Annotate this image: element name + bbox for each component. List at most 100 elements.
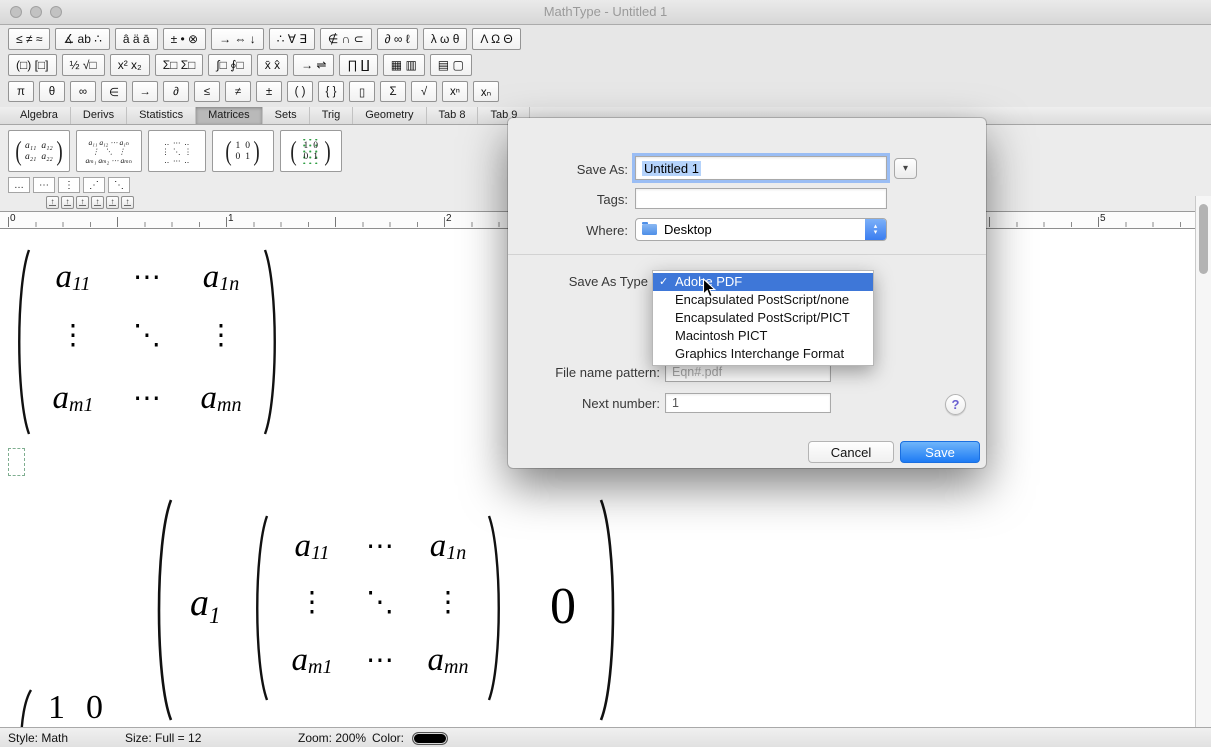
scrollbar-thumb[interactable] xyxy=(1199,204,1208,274)
tab-matrices[interactable]: Matrices xyxy=(196,107,263,124)
toolbar-template-button[interactable]: ½ √□ xyxy=(62,54,105,76)
save-as-input[interactable]: Untitled 1 xyxy=(635,156,887,180)
ruler-number: 2 xyxy=(446,213,452,224)
tab-stop-button[interactable]: ↑ xyxy=(121,196,134,209)
toolbar-template-button[interactable]: ∫□ ∮□ xyxy=(208,54,251,76)
color-well[interactable] xyxy=(412,732,448,745)
where-popup[interactable]: Desktop ▴ ▾ xyxy=(635,218,887,241)
matrix-equation-1: a11⋯a1n ⋮⋱⋮ am1⋯amn xyxy=(10,247,286,439)
toolbar-palette-button[interactable]: ≤ ≠ ≈ xyxy=(8,28,50,50)
toolbar-symbol-button[interactable]: ( ) xyxy=(287,81,313,102)
toolbar-palette-button[interactable]: â ä ā xyxy=(115,28,158,50)
toolbar-palette-button[interactable]: ∉ ∩ ⊂ xyxy=(320,28,372,50)
palette-dots-button[interactable]: ⋮ xyxy=(58,177,80,193)
menu-item-gif[interactable]: Graphics Interchange Format xyxy=(653,345,873,363)
palette-matrix-button-5[interactable]: ( 10 01 ) xyxy=(280,130,342,172)
window-title: MathType - Untitled 1 xyxy=(0,0,1211,24)
palette-dots-button[interactable]: ⋱ xyxy=(108,177,130,193)
status-bar: Style: Math Size: Full = 12 Zoom: 200% C… xyxy=(0,727,1211,747)
toolbar-symbol-button[interactable]: ≠ xyxy=(225,81,251,102)
menu-item-eps-pict[interactable]: Encapsulated PostScript/PICT xyxy=(653,309,873,327)
palette-matrix-button-1[interactable]: ( a₁₁a₁₂ a₂₁a₂₂ ) xyxy=(8,130,70,172)
toolbar-symbol-button[interactable]: → xyxy=(132,81,158,102)
tab-trig[interactable]: Trig xyxy=(310,107,354,124)
menu-item-adobe-pdf[interactable]: ✓ Adobe PDF xyxy=(653,273,873,291)
minimize-button[interactable] xyxy=(30,6,42,18)
tab-stop-button[interactable]: ↑ xyxy=(76,196,89,209)
vertical-scrollbar[interactable] xyxy=(1195,196,1211,727)
matrix-equation-2: a11⋯a1n ⋮⋱⋮ am1⋯amn xyxy=(278,517,482,691)
tab-sets[interactable]: Sets xyxy=(263,107,310,124)
toolbar-symbol-button[interactable]: { } xyxy=(318,81,344,102)
toolbar-symbol-button[interactable]: ∞ xyxy=(70,81,96,102)
tab-derivs[interactable]: Derivs xyxy=(71,107,127,124)
tab-algebra[interactable]: Algebra xyxy=(8,107,71,124)
matrix-cell: ⋯ xyxy=(346,517,414,575)
toolbar-palette-button[interactable]: ∡ ab ∴ xyxy=(55,28,109,50)
tab-8[interactable]: Tab 8 xyxy=(427,107,479,124)
toolbar-symbol-button[interactable]: Σ xyxy=(380,81,406,102)
empty-slot-box[interactable] xyxy=(8,448,25,476)
toolbar-symbol-button[interactable]: ∂ xyxy=(163,81,189,102)
toolbar-symbol-button[interactable]: π xyxy=(8,81,34,102)
palette-matrix-button-2[interactable]: a₁₁ a₁₂ ⋯ a₁ₙ⋮ ⋱ ⋮aₘ₁ aₘ₂ ⋯ aₘₙ xyxy=(76,130,142,172)
toolbar-palette-button[interactable]: → ⇔ ↓ xyxy=(211,28,264,50)
toolbar-template-button[interactable]: ▤ ▢ xyxy=(430,54,472,76)
ruler-number: 5 xyxy=(1100,213,1106,224)
toolbar-symbol-button[interactable]: ≤ xyxy=(194,81,220,102)
toolbar-template-button[interactable]: ∏ ∐ xyxy=(339,54,377,76)
toolbar-template-button[interactable]: (□) [□] xyxy=(8,54,57,76)
matrix-cell: ⋮ xyxy=(36,305,110,365)
toolbar-symbol-button[interactable]: θ xyxy=(39,81,65,102)
toolbar-template-button[interactable]: Σ□ Σ□ xyxy=(155,54,204,76)
matrix-cell: ⋮ xyxy=(278,575,346,629)
toolbar-template-button[interactable]: x̄ x̂ xyxy=(257,54,288,76)
tab-stop-button[interactable]: ↑ xyxy=(61,196,74,209)
save-button[interactable]: Save xyxy=(900,441,980,463)
zoom-button[interactable] xyxy=(50,6,62,18)
expand-dialog-button[interactable]: ▾ xyxy=(894,158,917,179)
close-button[interactable] xyxy=(10,6,22,18)
where-value: Desktop xyxy=(664,222,712,237)
palette-dots-button[interactable]: ⋯ xyxy=(33,177,55,193)
tab-stop-button[interactable]: ↑ xyxy=(46,196,59,209)
left-paren-icon xyxy=(12,687,34,727)
matrix-cell: a1n xyxy=(414,517,482,575)
popup-stepper[interactable]: ▴ ▾ xyxy=(865,219,886,240)
tab-statistics[interactable]: Statistics xyxy=(127,107,196,124)
matrix-cell: a11 xyxy=(278,517,346,575)
menu-item-macintosh-pict[interactable]: Macintosh PICT xyxy=(653,327,873,345)
toolbar-palette-button[interactable]: ∂ ∞ ℓ xyxy=(377,28,418,50)
toolbar-symbol-button[interactable]: √ xyxy=(411,81,437,102)
toolbar-template-button[interactable]: ▦ ▥ xyxy=(383,54,425,76)
status-style: Style: Math xyxy=(8,731,68,745)
palette-dots-button[interactable]: … xyxy=(8,177,30,193)
toolbar-palette-button[interactable]: Λ Ω Θ xyxy=(472,28,520,50)
toolbar-symbol-button[interactable]: xₙ xyxy=(473,81,499,102)
toolbar-palette-button[interactable]: λ ω θ xyxy=(423,28,468,50)
tags-input[interactable] xyxy=(635,188,887,209)
menu-item-eps-none[interactable]: Encapsulated PostScript/none xyxy=(653,291,873,309)
toolbar-palette-button[interactable]: ∴ ∀ ∃ xyxy=(269,28,315,50)
toolbar-symbol-button[interactable]: ∈ xyxy=(101,81,127,102)
cancel-button[interactable]: Cancel xyxy=(808,441,894,463)
tab-stop-button[interactable]: ↑ xyxy=(106,196,119,209)
toolbar-palette-button[interactable]: ± • ⊗ xyxy=(163,28,207,50)
palette-matrix-button-3[interactable]: ‥ ⋯ ‥⋮ ⋱ ⋮‥ ⋯ ‥ xyxy=(148,130,206,172)
title-bar: MathType - Untitled 1 xyxy=(0,0,1211,25)
toolbar-symbol-button[interactable]: ± xyxy=(256,81,282,102)
next-number-input[interactable]: 1 xyxy=(665,393,831,413)
matrix-cell: a1n xyxy=(184,249,258,305)
tab-stop-button[interactable]: ↑ xyxy=(91,196,104,209)
toolbar-template-button[interactable]: → ⇌ xyxy=(293,54,334,76)
right-paren-icon: ) xyxy=(324,138,330,165)
palette-dots-button[interactable]: ⋰ xyxy=(83,177,105,193)
palette-matrix-button-4[interactable]: ( 10 01 ) xyxy=(212,130,274,172)
right-paren-icon: ) xyxy=(56,138,62,165)
help-button[interactable]: ? xyxy=(945,394,966,415)
toolbar-symbol-button[interactable]: ▯ xyxy=(349,81,375,102)
toolbar-symbol-button[interactable]: xⁿ xyxy=(442,81,468,102)
toolbar-template-button[interactable]: x² x₂ xyxy=(110,54,150,76)
tab-geometry[interactable]: Geometry xyxy=(353,107,426,124)
chevron-down-icon: ▾ xyxy=(874,230,878,236)
